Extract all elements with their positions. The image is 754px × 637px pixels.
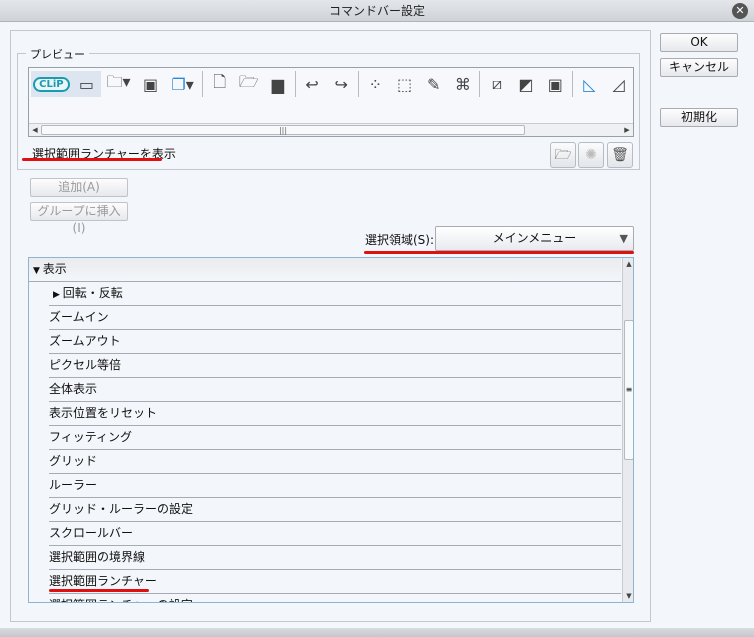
duplicate-dropdown-icon[interactable]: ❐ ▾	[165, 71, 200, 97]
separator	[202, 71, 204, 97]
vertical-scrollbar[interactable]: ▲ ≡ ▼	[622, 258, 633, 602]
scroll-left-icon[interactable]: ◀	[29, 124, 41, 136]
open-folder-dropdown-icon[interactable]: 🗀▾	[101, 71, 136, 97]
selection-launcher-icon[interactable]: ▭	[71, 71, 101, 97]
scroll-right-icon[interactable]: ▶	[621, 124, 633, 136]
list-item[interactable]: ルーラー	[49, 474, 621, 498]
list-item[interactable]: 選択範囲ランチャーの設定	[49, 594, 621, 602]
fill-icon[interactable]: ◩	[512, 71, 541, 97]
transform-icon[interactable]: ⬚	[390, 71, 419, 97]
list-item[interactable]: 選択範囲の境界線	[49, 546, 621, 570]
ok-button[interactable]: OK	[660, 33, 738, 52]
reset-button[interactable]: 初期化	[660, 108, 738, 127]
list-item[interactable]: ズームイン	[49, 306, 621, 330]
separator	[357, 71, 359, 97]
add-button[interactable]: 追加(A)	[30, 178, 128, 197]
command-list: 選択範囲ランチャーの設定選択範囲ランチャー選択範囲の境界線スクロールバーグリッド…	[28, 257, 634, 603]
separator	[294, 71, 296, 97]
open-folder-icon[interactable]: 🗁	[550, 142, 576, 168]
save-icon[interactable]: ▆	[263, 71, 292, 97]
list-item-label: ピクセル等倍	[49, 358, 122, 372]
title-bar: コマンドバー設定 ✕	[0, 0, 754, 22]
toolbar-preview: CLiP ▭ 🗀▾ ▣ ❐ ▾ 🗋 🗁 ▆ ↩ ↪ ⁘ ⬚ ✎ ⌘ ⧄ ◩ ▣ ◺…	[28, 67, 634, 137]
list-item[interactable]: ▶ 回転・反転	[49, 282, 621, 306]
list-item-label: 選択範囲ランチャーの設定	[49, 598, 193, 602]
redo-icon[interactable]: ↪	[327, 71, 356, 97]
preview-label: プレビュー	[26, 46, 89, 62]
loading-icon[interactable]: ✺	[578, 142, 604, 168]
scroll-down-icon[interactable]: ▼	[623, 590, 633, 602]
close-icon[interactable]: ✕	[732, 3, 748, 19]
list-item-label: 全体表示	[49, 382, 98, 396]
horizontal-scrollbar[interactable]: ◀ ||| ▶	[29, 123, 633, 136]
selection-dots-icon[interactable]: ⁘	[361, 71, 390, 97]
list-item[interactable]: ▼ 表示	[29, 258, 621, 282]
list-item[interactable]: ズームアウト	[49, 330, 621, 354]
list-item-label: 表示位置をリセット	[49, 406, 158, 420]
list-item-label: 回転・反転	[62, 286, 123, 300]
cancel-button[interactable]: キャンセル	[660, 58, 738, 77]
window-layout-icon[interactable]: ▣	[136, 71, 165, 97]
collapsed-triangle-icon[interactable]: ▶	[53, 290, 63, 300]
list-item-label: ズームアウト	[49, 334, 121, 348]
clip-studio-logo-icon[interactable]: CLiP	[31, 71, 72, 97]
trash-icon[interactable]: 🗑	[607, 142, 633, 168]
scroll-thumb[interactable]: ≡	[624, 320, 633, 460]
list-item-label: 選択範囲ランチャー	[49, 574, 157, 588]
ruler-icon[interactable]: ◺	[575, 71, 604, 97]
list-item-label: フィッティング	[49, 430, 133, 444]
region-label: 選択領域(S):	[365, 233, 435, 247]
list-item-label: 表示	[42, 262, 67, 276]
red-underline	[364, 251, 634, 254]
bottom-bar	[0, 628, 754, 637]
list-item-label: グリッド	[49, 454, 98, 468]
chevron-down-icon: ▼	[619, 232, 628, 245]
fill-bucket-icon[interactable]: ✎	[419, 71, 448, 97]
list-item[interactable]: フィッティング	[49, 426, 621, 450]
region-select[interactable]: メインメニュー ▼	[435, 226, 634, 251]
list-item[interactable]: ピクセル等倍	[49, 354, 621, 378]
list-item-label: ルーラー	[49, 478, 98, 492]
list-item[interactable]: 全体表示	[49, 378, 621, 402]
region-value: メインメニュー	[492, 231, 577, 245]
red-underline	[22, 158, 162, 161]
list-item-label: 選択範囲の境界線	[49, 550, 146, 564]
undo-icon[interactable]: ↩	[298, 71, 327, 97]
scroll-thumb[interactable]: |||	[41, 125, 525, 135]
scroll-up-icon[interactable]: ▲	[623, 258, 633, 270]
expanded-triangle-icon[interactable]: ▼	[33, 266, 43, 276]
list-item[interactable]: グリッド・ルーラーの設定	[49, 498, 621, 522]
new-file-icon[interactable]: 🗋	[205, 71, 234, 97]
list-item-label: ズームイン	[49, 310, 109, 324]
curve-ruler-icon[interactable]: ◿	[604, 71, 633, 97]
border-icon[interactable]: ▣	[541, 71, 570, 97]
list-item-label: グリッド・ルーラーの設定	[49, 502, 194, 516]
warp-transform-icon[interactable]: ⌘	[448, 71, 477, 97]
open-file-icon[interactable]: 🗁	[234, 71, 263, 97]
separator	[571, 71, 573, 97]
list-item[interactable]: 表示位置をリセット	[49, 402, 621, 426]
list-item-label: スクロールバー	[49, 526, 134, 540]
separator	[479, 71, 481, 97]
clear-outside-icon[interactable]: ⧄	[482, 71, 511, 97]
red-underline	[49, 589, 149, 592]
dialog-title: コマンドバー設定	[328, 4, 425, 18]
list-item[interactable]: 選択範囲ランチャー	[49, 570, 621, 594]
list-item[interactable]: グリッド	[49, 450, 621, 474]
list-item[interactable]: スクロールバー	[49, 522, 621, 546]
insert-group-button[interactable]: グループに挿入(I)	[30, 202, 128, 235]
